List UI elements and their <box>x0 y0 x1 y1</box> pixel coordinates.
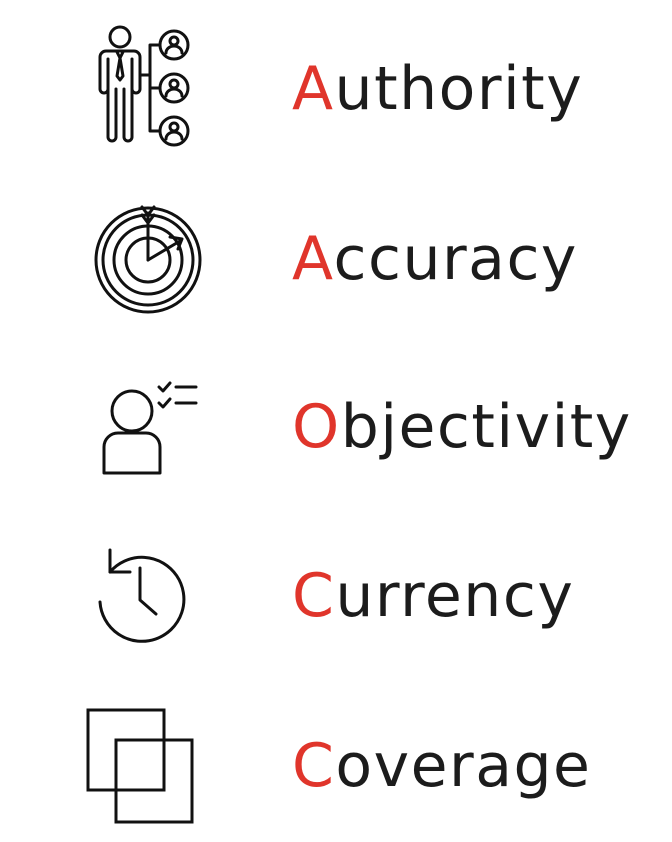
criterion-initial: O <box>292 391 341 462</box>
criterion-initial: A <box>292 223 334 294</box>
criterion-objectivity: Objectivity <box>0 353 672 503</box>
criterion-label: Accuracy <box>292 229 578 289</box>
criterion-initial: A <box>292 53 335 124</box>
criterion-rest: uthority <box>334 53 584 124</box>
criterion-rest: bjectivity <box>340 391 632 462</box>
criterion-initial: C <box>292 730 336 801</box>
overlapping-squares-icon <box>70 692 220 842</box>
criterion-rest: ccuracy <box>333 223 578 294</box>
criterion-label: Objectivity <box>292 397 632 457</box>
criterion-authority: Authority <box>0 15 672 165</box>
criterion-rest: overage <box>335 730 592 801</box>
target-dart-icon <box>70 185 220 335</box>
history-clock-icon <box>70 522 220 672</box>
criterion-coverage: Coverage <box>0 692 672 842</box>
criterion-initial: C <box>292 560 336 631</box>
authority-org-chart-icon <box>70 15 220 165</box>
criterion-rest: urrency <box>335 560 575 631</box>
criterion-label: Currency <box>292 566 574 626</box>
criterion-label: Authority <box>292 59 583 119</box>
criterion-label: Coverage <box>292 736 591 796</box>
criterion-currency: Currency <box>0 522 672 672</box>
criterion-accuracy: Accuracy <box>0 185 672 335</box>
person-checklist-icon <box>70 353 220 503</box>
